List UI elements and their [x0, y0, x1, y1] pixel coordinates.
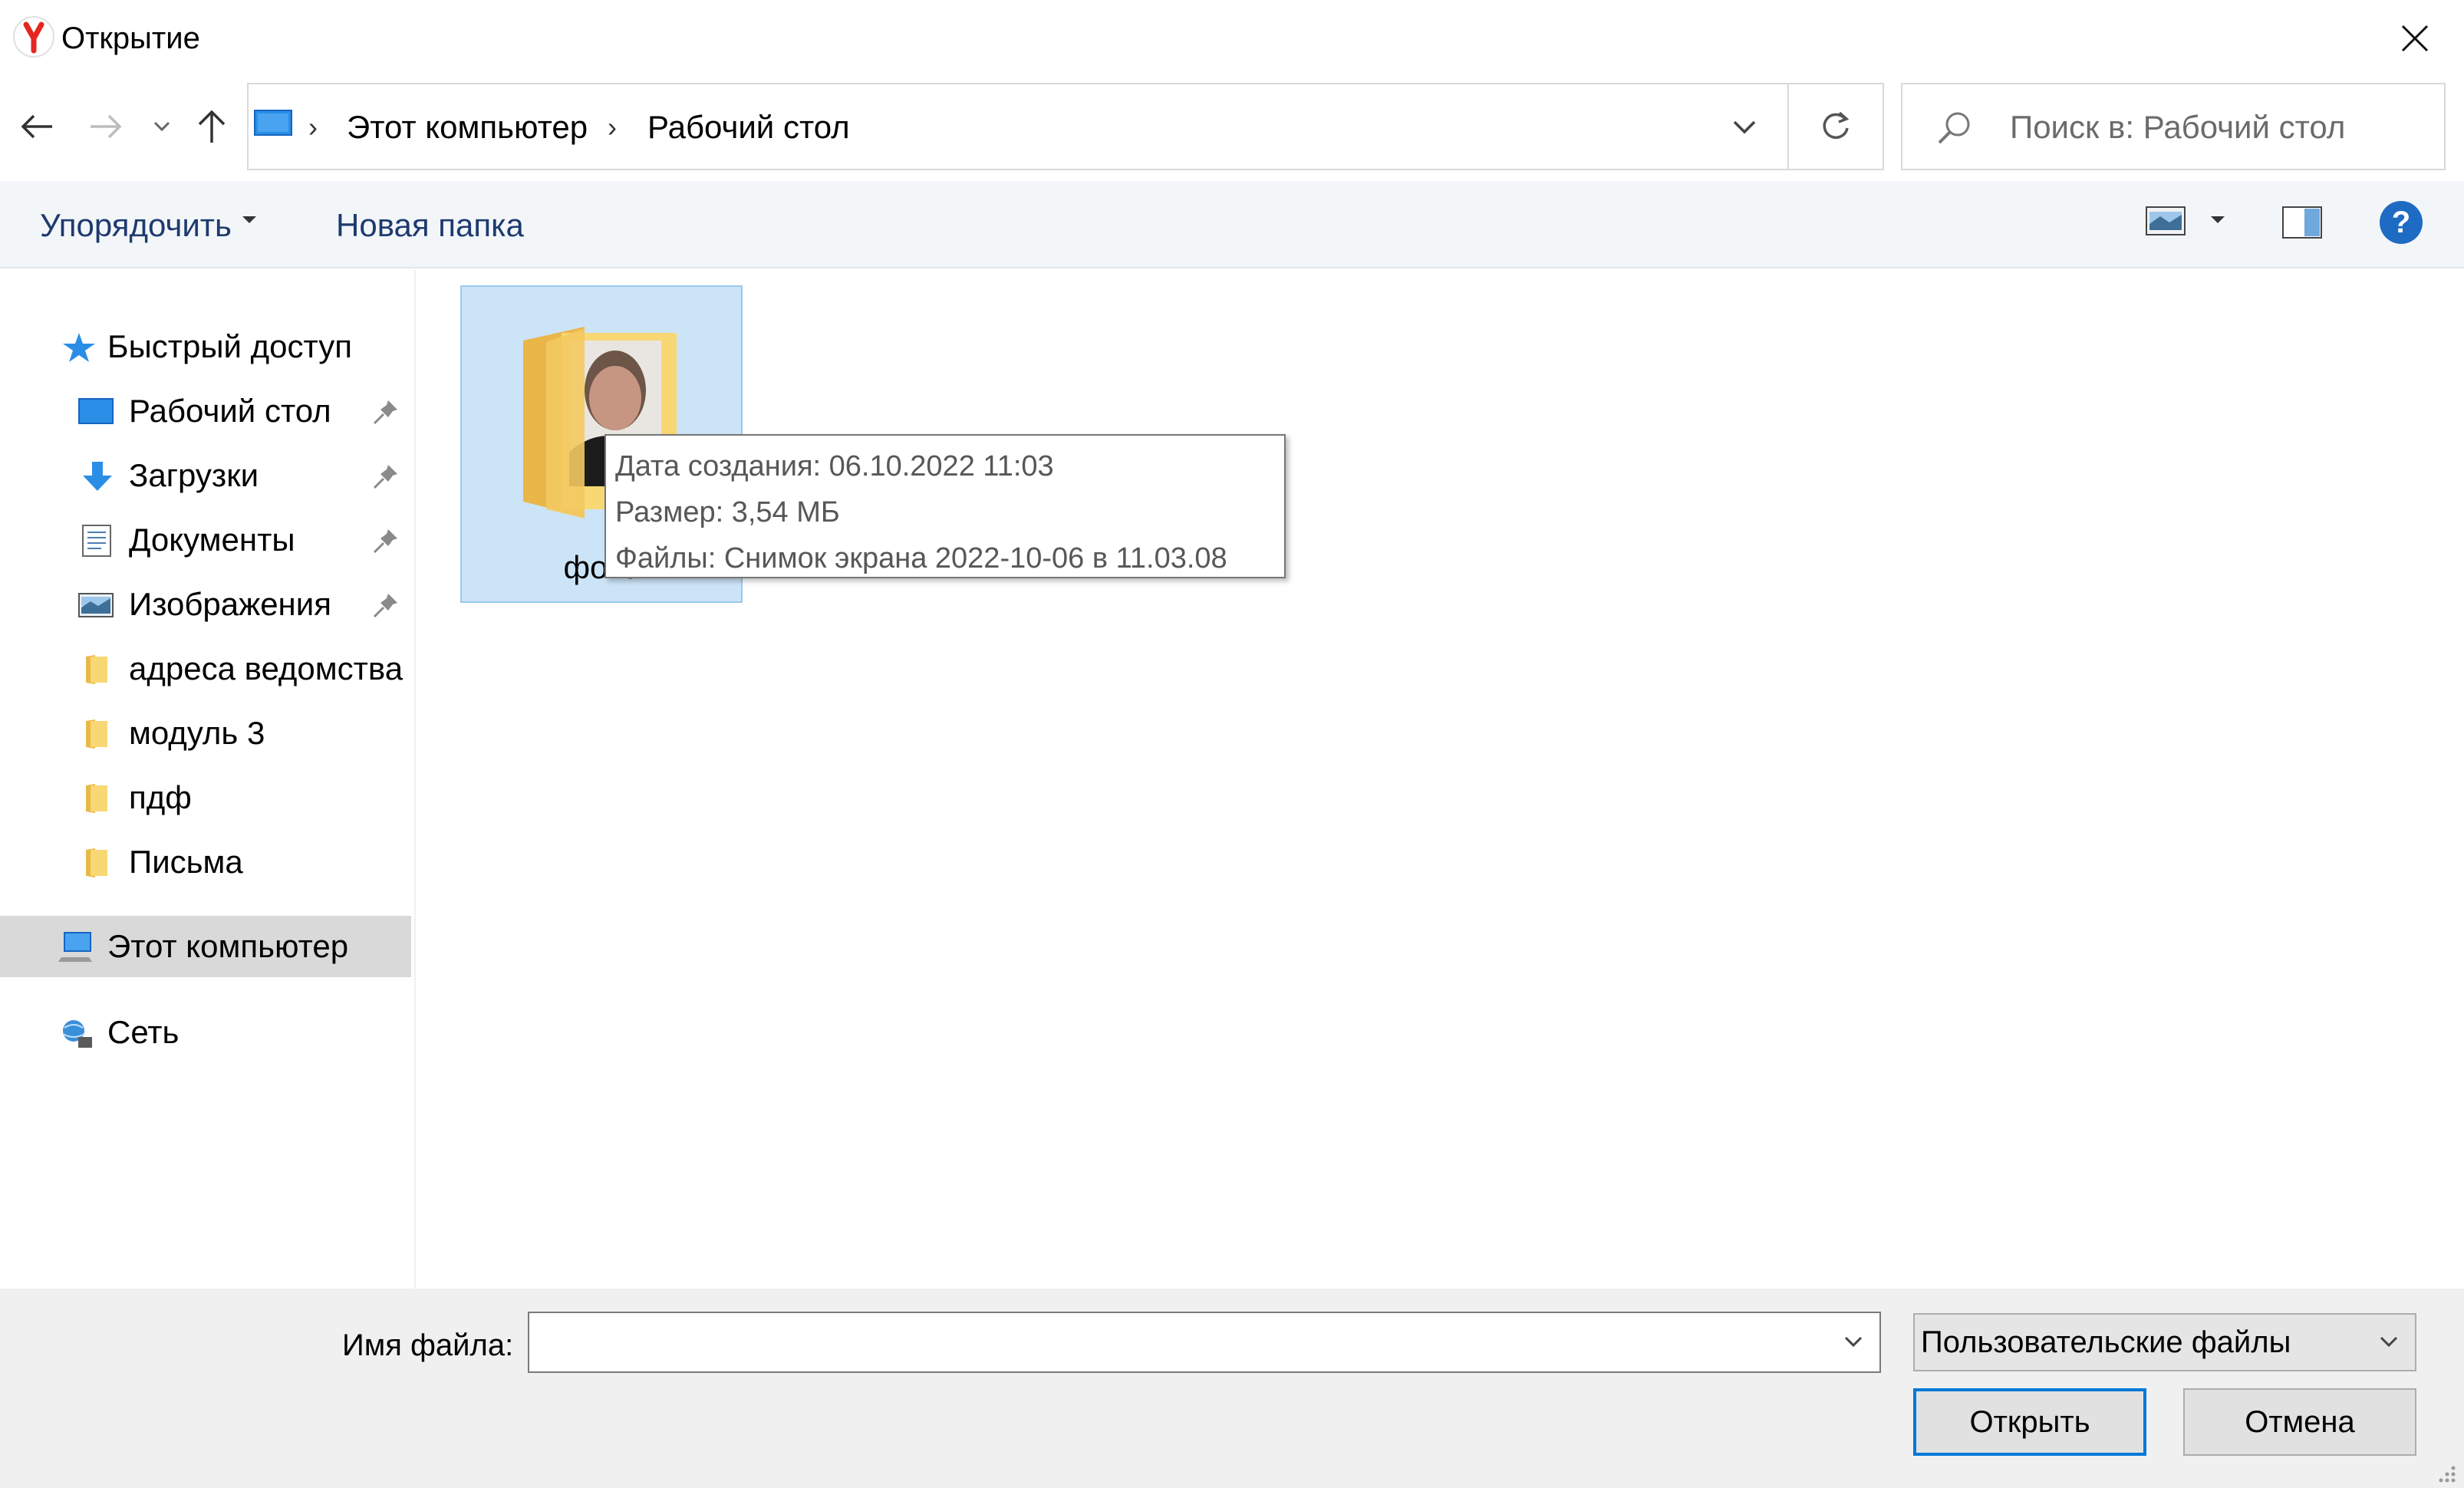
up-button[interactable] [187, 100, 236, 153]
file-type-label: Пользовательские файлы [1921, 1325, 2291, 1359]
filename-label: Имя файла: [342, 1328, 514, 1362]
this-pc-icon [253, 109, 293, 140]
breadcrumb-desktop[interactable]: Рабочий стол [647, 106, 850, 149]
chevron-down-icon [1733, 120, 1756, 134]
close-icon [2401, 25, 2429, 52]
sidebar-item-documents[interactable]: Документы [0, 509, 411, 571]
arrow-left-icon [21, 114, 52, 139]
sidebar-item-label: модуль 3 [129, 715, 265, 751]
sidebar-item-downloads[interactable]: Загрузки [0, 445, 411, 506]
star-icon [63, 333, 95, 362]
change-view-button[interactable] [2145, 206, 2186, 236]
tooltip-size: Размер: 3,54 МБ [615, 496, 840, 528]
forward-button[interactable] [81, 100, 130, 153]
sidebar-item-folder-letters[interactable]: Письма [0, 831, 411, 893]
pin-icon[interactable] [371, 591, 400, 620]
sidebar-item-quick-access[interactable]: Быстрый доступ [0, 316, 411, 377]
search-icon [1933, 107, 1976, 150]
tooltip-created: Дата создания: 06.10.2022 11:03 [615, 450, 1054, 482]
file-type-select[interactable]: Пользовательские файлы [1913, 1313, 2416, 1371]
title-bar [0, 0, 2464, 77]
download-icon [83, 462, 112, 491]
sidebar-item-label: Изображения [129, 586, 331, 622]
sidebar-item-network[interactable]: Сеть [0, 1002, 411, 1063]
close-button[interactable] [2377, 11, 2453, 66]
view-icon [2146, 206, 2186, 235]
folder-icon [86, 848, 107, 877]
address-dropdown-button[interactable] [1715, 106, 1774, 149]
search-input[interactable] [2010, 106, 2424, 149]
back-button[interactable] [12, 100, 61, 153]
sidebar-item-pictures[interactable]: Изображения [0, 574, 411, 635]
preview-pane-icon [2282, 206, 2322, 239]
pin-icon[interactable] [371, 462, 400, 491]
sidebar-item-label: Этот компьютер [107, 928, 349, 964]
breadcrumb-separator: › [308, 111, 318, 143]
caret-down-icon [2211, 216, 2225, 223]
organize-button[interactable]: Упорядочить [40, 204, 232, 247]
sidebar-item-folder-module3[interactable]: модуль 3 [0, 703, 411, 764]
refresh-icon [1823, 111, 1850, 140]
sidebar-item-label: Загрузки [129, 457, 259, 493]
network-icon [62, 1020, 92, 1048]
chevron-down-icon[interactable] [1838, 1327, 1869, 1358]
recent-locations-button[interactable] [135, 100, 189, 153]
arrow-right-icon [91, 114, 122, 139]
help-button[interactable]: ? [2380, 201, 2423, 244]
window-title: Открытие [61, 21, 200, 55]
computer-icon [58, 932, 92, 962]
folder-icon [86, 719, 107, 749]
new-folder-button[interactable]: Новая папка [336, 204, 524, 247]
preview-pane-button[interactable] [2281, 206, 2323, 239]
filename-combobox[interactable] [528, 1312, 1881, 1373]
pin-icon[interactable] [371, 526, 400, 555]
breadcrumb-this-pc[interactable]: Этот компьютер [347, 106, 588, 149]
sidebar-item-label: Документы [129, 522, 295, 558]
chevron-down-icon [153, 121, 170, 132]
view-options-arrow[interactable] [2209, 215, 2226, 229]
chevron-down-icon [2380, 1336, 2398, 1348]
sidebar-item-label: Быстрый доступ [107, 328, 352, 364]
breadcrumb-separator: › [608, 111, 617, 143]
sidebar-item-label: Сеть [107, 1014, 180, 1050]
pin-icon[interactable] [371, 397, 400, 426]
filename-input[interactable] [539, 1321, 1797, 1364]
folder-tooltip: Дата создания: 06.10.2022 11:03 Размер: … [604, 434, 1286, 578]
sidebar-item-label: пдф [129, 779, 192, 815]
sidebar-item-folder-addresses[interactable]: адреса ведомства [0, 638, 411, 700]
folder-icon [86, 655, 107, 684]
folder-icon [86, 784, 107, 813]
yandex-browser-icon [12, 15, 55, 58]
sidebar-item-desktop[interactable]: Рабочий стол [0, 380, 411, 442]
tooltip-files: Файлы: Снимок экрана 2022-10-06 в 11.03.… [615, 542, 1227, 574]
pictures-icon [78, 593, 114, 617]
sidebar-item-label: Письма [129, 844, 243, 880]
caret-down-icon [241, 215, 258, 229]
open-button[interactable]: Открыть [1913, 1388, 2146, 1456]
sidebar-item-label: адреса ведомства [129, 650, 404, 686]
arrow-up-icon [198, 110, 226, 143]
sidebar-item-label: Рабочий стол [129, 393, 331, 429]
resize-grip-icon[interactable] [2430, 1457, 2458, 1485]
cancel-button[interactable]: Отмена [2183, 1388, 2416, 1456]
sidebar-item-this-pc[interactable]: Этот компьютер [0, 916, 411, 977]
help-icon: ? [2391, 205, 2411, 239]
sidebar-item-folder-pdf[interactable]: пдф [0, 767, 411, 828]
refresh-button[interactable] [1789, 83, 1884, 170]
documents-icon [82, 525, 111, 557]
desktop-icon [78, 398, 114, 424]
